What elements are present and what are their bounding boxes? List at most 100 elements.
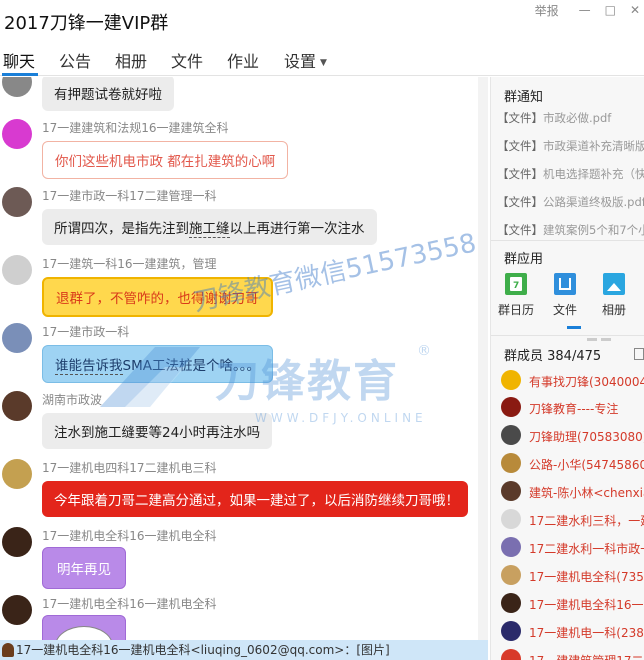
notice-name: 建筑案例5个和7个小 <box>543 223 644 237</box>
tab-notice[interactable]: 公告 <box>59 48 91 72</box>
avatar <box>2 643 14 657</box>
avatar[interactable] <box>2 323 32 353</box>
tab-album[interactable]: 相册 <box>115 48 147 72</box>
registered-mark: ® <box>417 343 431 359</box>
chat-message-list[interactable]: 有押题试卷就好啦 17一建建筑和法规16一建建筑全科 你们这些机电市政 都在扎建… <box>0 77 488 640</box>
window-controls: 举报 — □ ✕ <box>521 0 644 20</box>
message-text: SMA工法桩是个啥。。。 <box>122 358 260 374</box>
message-bubble: 今年跟着刀哥二建高分通过，如果一建过了，以后消防继续刀哥哦！ <box>42 481 468 517</box>
file-share-icon <box>554 273 576 295</box>
member-name: 建筑-陈小林<chenxiao <box>529 486 644 500</box>
message-link[interactable]: 施工缝 <box>189 221 230 238</box>
message-bubble: 明年再见 <box>42 547 126 589</box>
notice-tag: 【文件】 <box>497 111 543 125</box>
divider <box>491 240 644 241</box>
notice-name: 机电选择题补充（快 <box>543 167 644 181</box>
avatar[interactable] <box>2 77 32 97</box>
chevron-down-icon: ▼ <box>320 57 327 68</box>
message-text: 以上再进行第一次注水 <box>229 221 365 237</box>
close-icon[interactable]: ✕ <box>630 3 640 17</box>
app-label: 相册 <box>601 303 626 317</box>
notice-tag: 【文件】 <box>497 167 543 181</box>
member-name: 公路-小华(547458606) <box>529 458 644 472</box>
notice-title: 群通知 <box>504 90 544 105</box>
notice-name: 市政必做.pdf <box>543 111 612 125</box>
title-bar: 2017刀锋一建VIP群 举报 — □ ✕ <box>0 0 644 40</box>
avatar <box>501 370 521 390</box>
notice-item[interactable]: 【文件】公路渠道终极版.pdf <box>497 194 644 210</box>
avatar <box>501 509 521 529</box>
active-tab-indicator <box>2 73 38 76</box>
sender-name[interactable]: 17一建机电全科16一建机电全科 <box>42 595 217 612</box>
avatar[interactable] <box>2 119 32 149</box>
chat-scrollbar[interactable] <box>478 77 488 640</box>
message-link[interactable]: 谁能告诉我 <box>55 358 123 375</box>
message-bubble: 所谓四次，是指先注到施工缝以上再进行第一次注水 <box>42 209 377 245</box>
sender-name[interactable]: 17一建市政一科 <box>42 323 129 340</box>
app-calendar[interactable]: 7 群日历 <box>494 273 538 318</box>
app-album[interactable]: 相册 <box>592 273 636 318</box>
members-title: 群成员 384/475 <box>504 349 602 364</box>
sender-name[interactable]: 17一建机电全科16一建机电全科 <box>42 527 217 544</box>
avatar[interactable] <box>2 187 32 217</box>
tab-settings[interactable]: 设置 ▼ <box>284 48 327 72</box>
apps-page-indicator <box>567 326 581 329</box>
image-message[interactable] <box>42 615 126 640</box>
window-title: 2017刀锋一建VIP群 <box>4 13 169 34</box>
app-label: 群日历 <box>497 303 534 317</box>
notice-name: 市政渠道补充清晰版 <box>543 139 644 153</box>
app-files[interactable]: 文件 <box>543 273 587 318</box>
member-name: 17二建水利三科，一建 <box>529 514 644 528</box>
avatar <box>501 537 521 557</box>
avatar <box>501 397 521 417</box>
avatar <box>501 649 521 660</box>
avatar <box>501 565 521 585</box>
message-bubble: 你们这些机电市政 都在扎建筑的心啊 <box>42 141 289 179</box>
new-message-text: 17一建机电全科16一建机电全科<liuqing_0602@qq.com>：[图… <box>16 643 390 657</box>
notice-item[interactable]: 【文件】市政必做.pdf <box>497 110 611 126</box>
tab-bar: 聊天 公告 相册 文件 作业 设置 ▼ <box>0 40 644 76</box>
apps-pager[interactable] <box>587 326 627 341</box>
divider <box>491 335 644 336</box>
maximize-icon[interactable]: □ <box>605 3 616 17</box>
members-expand-icon[interactable] <box>634 348 644 360</box>
avatar <box>501 621 521 641</box>
tab-settings-label: 设置 <box>284 52 317 71</box>
avatar[interactable] <box>2 391 32 421</box>
message-bubble: 退群了，不管咋的，也得谢谢刀哥 <box>42 277 273 317</box>
avatar <box>501 453 521 473</box>
notice-name: 公路渠道终极版.pdf <box>543 195 644 209</box>
avatar[interactable] <box>2 255 32 285</box>
member-name: 17一建机电一科(23886 <box>529 626 644 640</box>
report-button[interactable]: 举报 <box>535 2 559 19</box>
sticker-image <box>55 626 113 640</box>
sender-name[interactable]: 湖南市政波 <box>42 391 102 408</box>
sender-name[interactable]: 17一建市政一科17二建管理一科 <box>42 187 217 204</box>
sender-name[interactable]: 17一建机电四科17二建机电三科 <box>42 459 217 476</box>
notice-item[interactable]: 【文件】机电选择题补充（快 <box>497 166 644 182</box>
sender-name[interactable]: 17一建筑一科16一建建筑，管理 <box>42 255 217 272</box>
message-text: 所谓四次，是指先注到 <box>54 221 189 237</box>
tab-homework[interactable]: 作业 <box>227 48 259 72</box>
message-bubble: 谁能告诉我SMA工法桩是个啥。。。 <box>42 345 273 383</box>
notice-item[interactable]: 【文件】市政渠道补充清晰版 <box>497 138 644 154</box>
member-name: 17一建机电全科16一建 <box>529 598 644 612</box>
avatar[interactable] <box>2 595 32 625</box>
member-name: 刀锋教育----专注 <box>529 402 619 416</box>
apps-title: 群应用 <box>504 252 544 267</box>
minimize-icon[interactable]: — <box>579 3 591 17</box>
tab-chat[interactable]: 聊天 <box>3 48 35 72</box>
right-panel: 群通知 【文件】市政必做.pdf 【文件】市政渠道补充清晰版 【文件】机电选择题… <box>490 77 644 660</box>
avatar <box>501 481 521 501</box>
avatar[interactable] <box>2 527 32 557</box>
sender-name[interactable]: 17一建建筑和法规16一建建筑全科 <box>42 119 229 136</box>
app-label: 文件 <box>552 303 577 317</box>
notice-item[interactable]: 【文件】建筑案例5个和7个小 <box>497 222 644 238</box>
tab-files[interactable]: 文件 <box>171 48 203 72</box>
avatar[interactable] <box>2 459 32 489</box>
message-bubble: 有押题试卷就好啦 <box>42 77 174 111</box>
new-message-bar[interactable]: 17一建机电全科16一建机电全科<liuqing_0602@qq.com>：[图… <box>0 640 488 660</box>
notice-tag: 【文件】 <box>497 223 543 237</box>
member-name: 刀锋助理(70583080) <box>529 430 644 444</box>
calendar-icon: 7 <box>505 273 527 295</box>
